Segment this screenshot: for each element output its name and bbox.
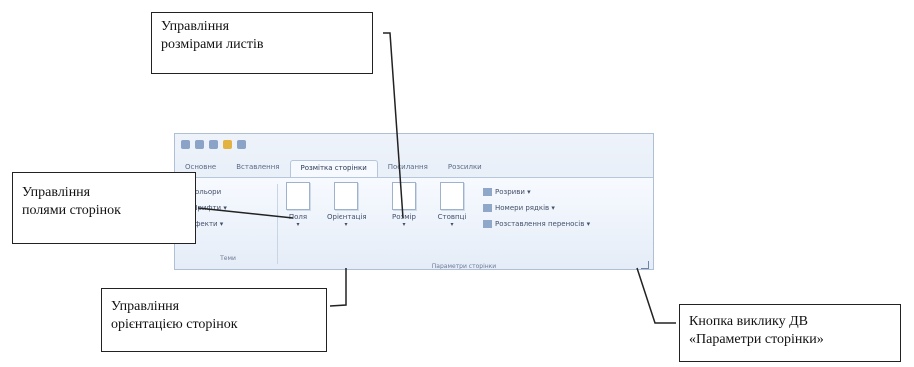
callout-sheet-size: Управління розмірами листів [151,12,373,74]
leader-sheet-size [383,32,404,219]
leader-orientation [329,268,347,307]
leader-margins [197,207,294,219]
callout-dialog-launcher: Кнопка виклику ДВ «Параметри сторінки» [679,304,901,362]
callout-margins: Управління полями сторінок [12,172,196,244]
leader-dialog-launcher [636,267,676,324]
callout-orientation: Управління орієнтацією сторінок [101,288,327,352]
